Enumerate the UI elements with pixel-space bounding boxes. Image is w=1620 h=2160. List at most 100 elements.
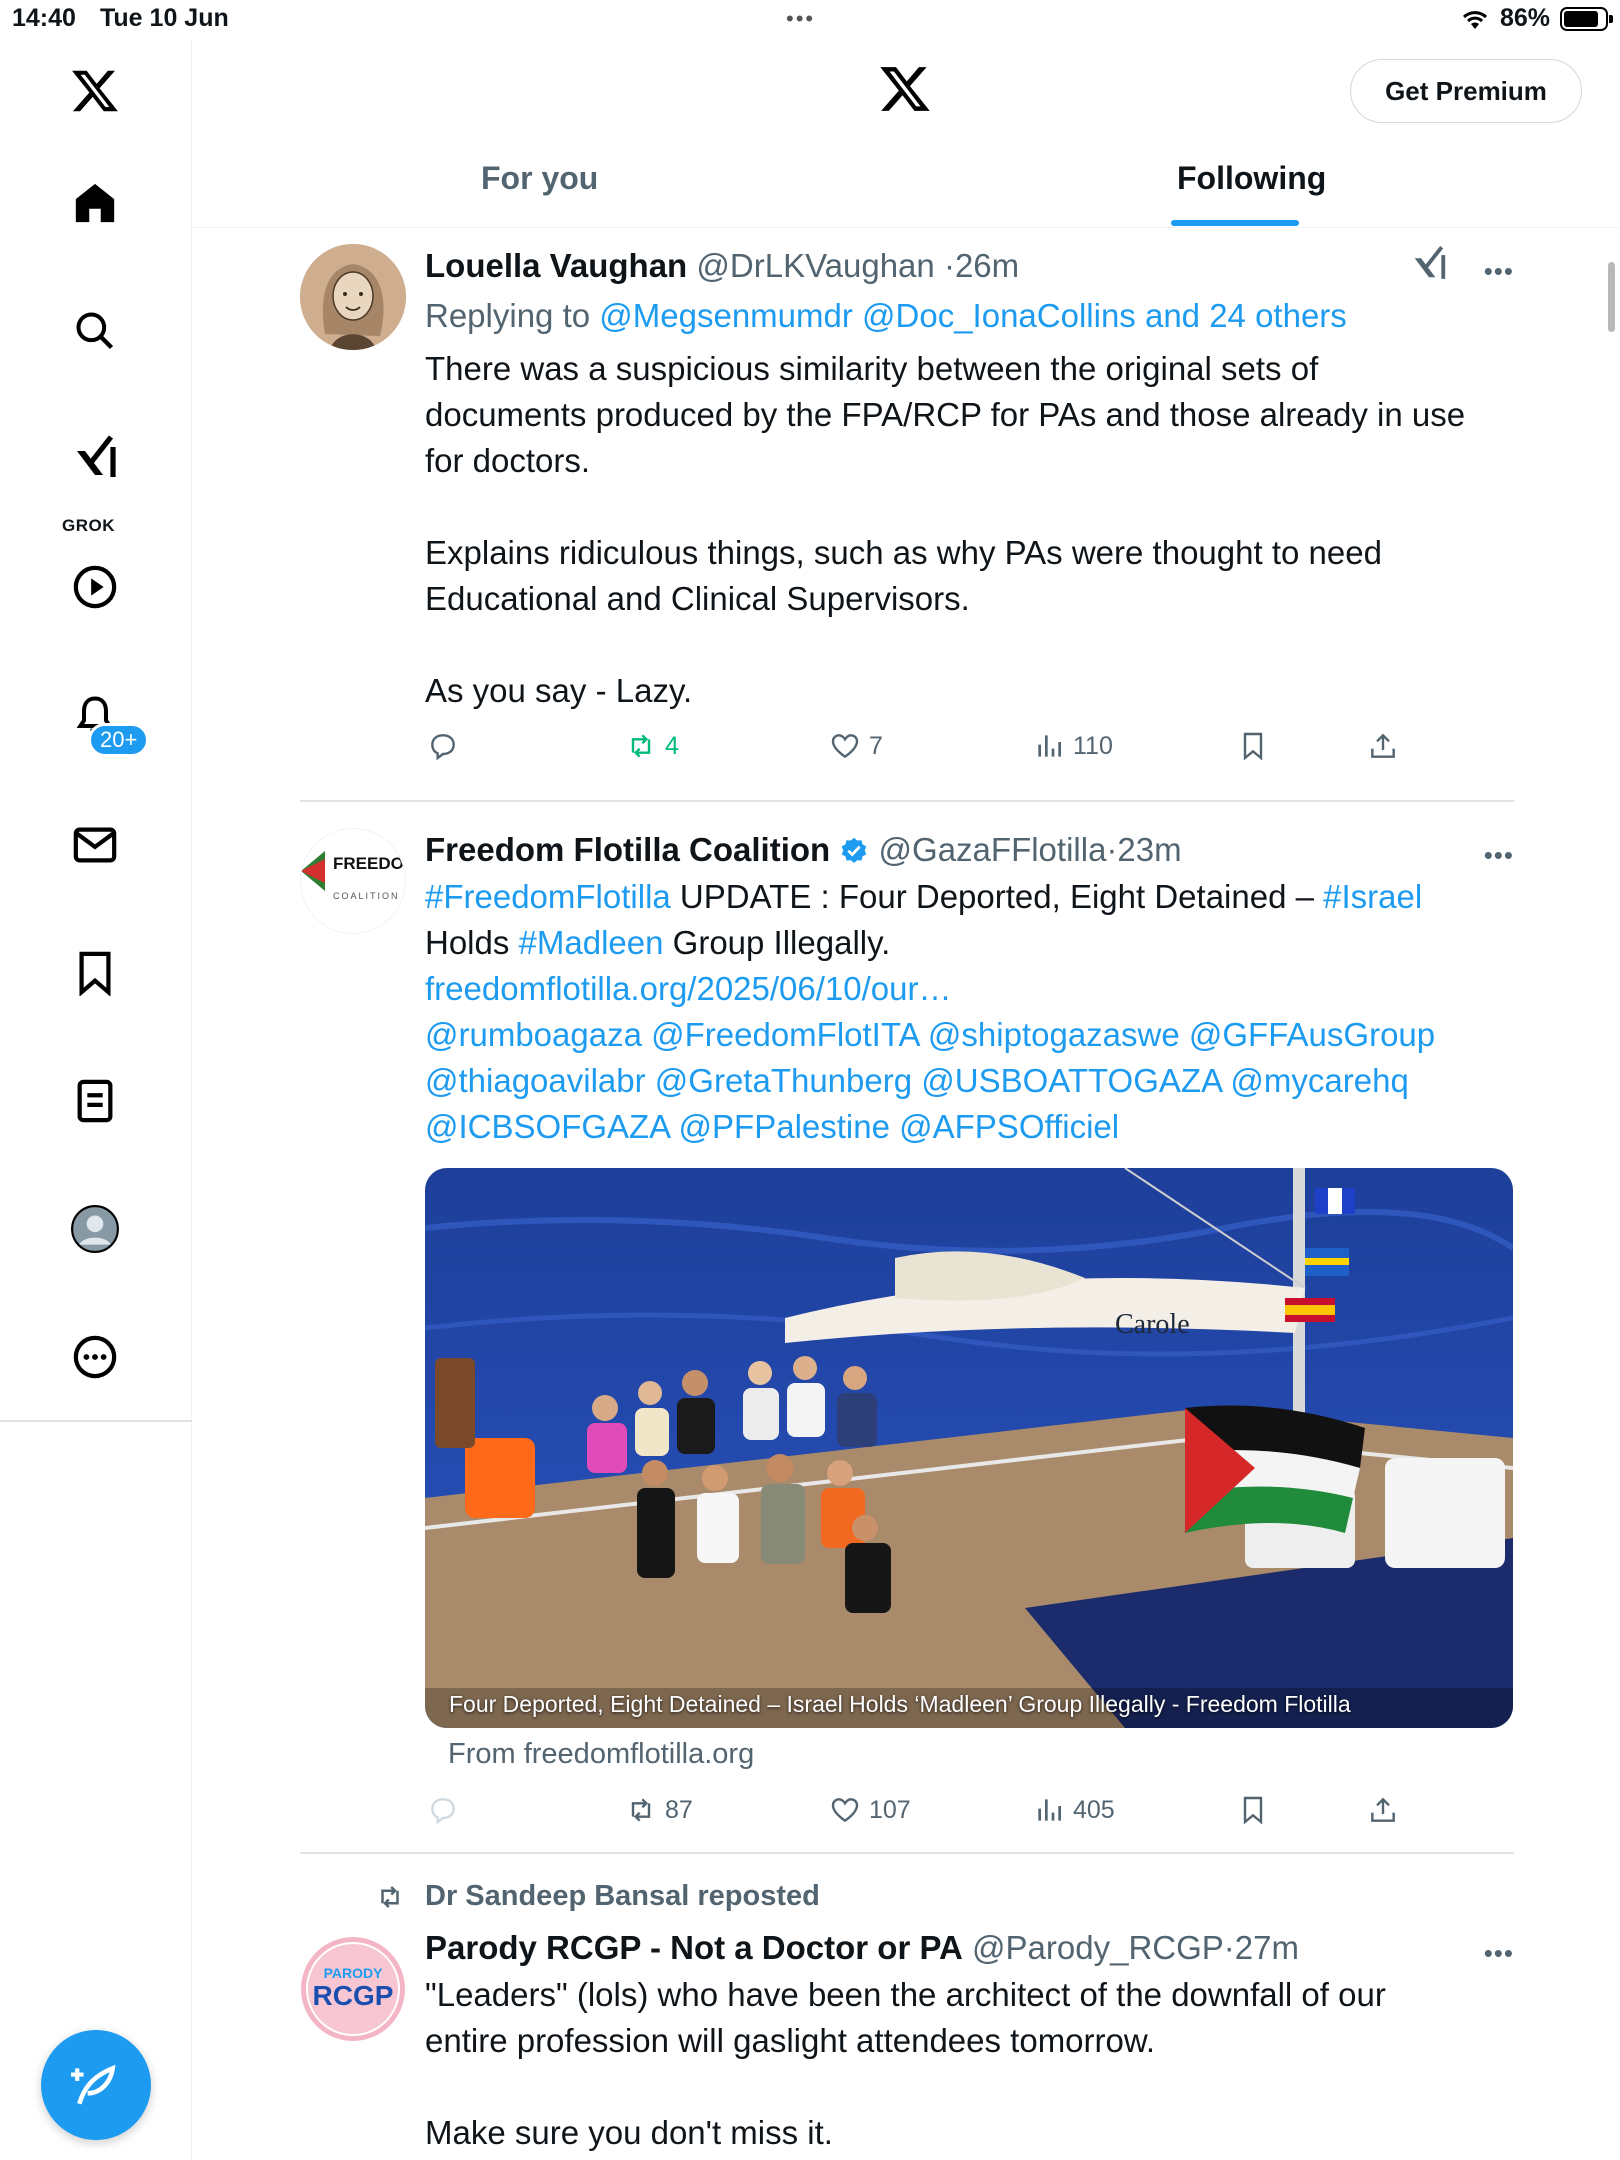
more-options-icon[interactable]: ••• <box>1484 256 1514 287</box>
author-name[interactable]: Parody RCGP - Not a Doctor or PA <box>425 1929 963 1966</box>
views-chart-icon <box>1038 735 1061 757</box>
reply-button[interactable] <box>427 730 467 762</box>
heart-icon <box>831 734 859 759</box>
avatar[interactable]: PARODY RCGP <box>300 1936 406 2042</box>
tweet-content: Parody RCGP - Not a Doctor or PA @Parody… <box>425 1926 1514 2156</box>
post-divider <box>300 1852 1514 1854</box>
avatar-rcgp-text: RCGP <box>313 1980 394 2011</box>
status-time: 14:40 <box>12 4 76 32</box>
heart-icon <box>831 1798 859 1823</box>
body-line: There was a suspicious similarity betwee… <box>425 350 1319 387</box>
repost-button[interactable]: 87 <box>625 1794 693 1826</box>
dot-separator: · <box>1106 831 1118 868</box>
multitasking-dots-icon[interactable]: ••• <box>786 6 815 32</box>
like-button[interactable]: 107 <box>829 1794 911 1826</box>
tweet-actions: 87 107 405 <box>425 1794 1425 1838</box>
avatar[interactable]: FREEDOM FLOTILLA COALITION <box>300 828 406 934</box>
hashtag-freedomflotilla[interactable]: #FreedomFlotilla <box>425 878 671 915</box>
link-card-image[interactable]: Carole Four Deported, Eight Detained – I… <box>425 1168 1513 1728</box>
views-button[interactable]: 110 <box>1033 730 1113 762</box>
tweet-parody-rcgp[interactable]: Dr Sandeep Bansal reposted PARODY RCGP P… <box>300 1880 1514 2160</box>
more-options-icon[interactable]: ••• <box>1484 840 1514 871</box>
tweet-actions: 4 7 110 <box>425 730 1425 774</box>
repost-context-icon <box>381 1886 399 1908</box>
body-line: Make sure you don't miss it. <box>425 2114 833 2151</box>
share-button[interactable] <box>1367 1794 1399 1826</box>
repost-count: 4 <box>665 731 679 760</box>
get-premium-button[interactable]: Get Premium <box>1350 59 1582 123</box>
tweet-freedom-flotilla[interactable]: FREEDOM FLOTILLA COALITION Freedom Floti… <box>300 828 1514 1828</box>
reply-button[interactable] <box>427 1794 467 1826</box>
tweet-content: Louella Vaughan @DrLKVaughan ·26m Replyi… <box>425 244 1514 714</box>
author-handle[interactable]: @GazaFFlotilla <box>879 831 1107 868</box>
active-tab-indicator <box>1171 220 1299 226</box>
bookmarks-icon[interactable] <box>66 944 124 1002</box>
more-options-circle-icon[interactable] <box>66 1328 124 1386</box>
body-line: As you say - Lazy. <box>425 672 693 709</box>
sidebar: GROK 20+ <box>0 40 192 2160</box>
body-line: Holds #Madleen Group Illegally. <box>425 920 1514 966</box>
grok-icon[interactable] <box>66 428 124 486</box>
repost-button[interactable]: 4 <box>625 730 679 762</box>
post-time[interactable]: 23m <box>1117 831 1181 868</box>
hashtag-madleen[interactable]: #Madleen <box>519 924 664 961</box>
status-date: Tue 10 Jun <box>100 4 229 32</box>
share-icon <box>1371 733 1395 758</box>
more-options-icon[interactable]: ••• <box>1484 1938 1514 1969</box>
search-icon[interactable] <box>66 302 124 360</box>
mentions-line[interactable]: @ICBSOFGAZA @PFPalestine @AFPSOfficiel <box>425 1104 1514 1150</box>
tab-for-you[interactable]: For you <box>481 160 598 197</box>
body-text: Holds <box>425 924 519 961</box>
grok-explain-icon[interactable] <box>1410 244 1448 287</box>
article-link[interactable]: freedomflotilla.org/2025/06/10/our… <box>425 966 1514 1012</box>
bookmark-icon <box>1243 732 1263 761</box>
x-logo-icon[interactable] <box>66 62 124 120</box>
tweet-body: There was a suspicious similarity betwee… <box>425 346 1514 714</box>
author-handle[interactable]: @DrLKVaughan <box>696 247 934 284</box>
post-time[interactable]: 26m <box>955 247 1019 284</box>
like-button[interactable]: 7 <box>829 730 883 762</box>
video-play-icon[interactable] <box>66 558 124 616</box>
mentions-line[interactable]: @thiagoavilabr @GretaThunberg @USBOATTOG… <box>425 1058 1514 1104</box>
author-name[interactable]: Freedom Flotilla Coalition <box>425 831 830 868</box>
share-button[interactable] <box>1367 730 1399 762</box>
views-button[interactable]: 405 <box>1033 1794 1115 1826</box>
bookmark-button[interactable] <box>1237 730 1269 762</box>
bookmark-icon <box>1243 1796 1263 1825</box>
x-header-logo-icon[interactable] <box>878 62 932 121</box>
repost-count: 87 <box>665 1795 693 1824</box>
scrollbar[interactable] <box>1608 262 1615 332</box>
sailboat-photo: Carole <box>425 1168 1513 1728</box>
views-chart-icon <box>1038 1799 1061 1821</box>
card-source[interactable]: From freedomflotilla.org <box>448 1738 754 1771</box>
compose-post-button[interactable] <box>41 2030 151 2140</box>
share-icon <box>1371 1797 1395 1822</box>
post-time[interactable]: 27m <box>1235 1929 1299 1966</box>
tweet-louella-vaughan[interactable]: Louella Vaughan @DrLKVaughan ·26m Replyi… <box>300 244 1514 784</box>
avatar[interactable] <box>300 244 406 350</box>
verified-badge-icon <box>842 837 867 863</box>
body-line: Educational and Clinical Supervisors. <box>425 580 970 617</box>
repost-icon <box>631 734 651 758</box>
author-handle[interactable]: @Parody_RCGP <box>972 1929 1224 1966</box>
messages-envelope-icon[interactable] <box>66 816 124 874</box>
profile-avatar-icon[interactable] <box>66 1200 124 1258</box>
tweet-body: "Leaders" (lols) who have been the archi… <box>425 1972 1514 2156</box>
body-text: Group Illegally. <box>663 924 891 961</box>
body-line <box>425 2064 1514 2110</box>
body-text: UPDATE : Four Deported, Eight Detained – <box>670 878 1324 915</box>
body-line <box>425 622 1514 668</box>
tweet-body: #FreedomFlotilla UPDATE : Four Deported,… <box>425 874 1514 1150</box>
mentions-line[interactable]: @rumboagaza @FreedomFlotITA @shiptogazas… <box>425 1012 1514 1058</box>
repost-icon <box>631 1798 651 1822</box>
home-icon[interactable] <box>66 174 124 232</box>
dot-separator: · <box>1223 1929 1235 1966</box>
author-name[interactable]: Louella Vaughan <box>425 247 687 284</box>
tab-following[interactable]: Following <box>1177 160 1326 197</box>
tweet-content: Freedom Flotilla Coalition @GazaFFlotill… <box>425 828 1514 1150</box>
reposted-by[interactable]: Dr Sandeep Bansal reposted <box>425 1880 820 1912</box>
replying-to-links[interactable]: @Megsenmumdr @Doc_IonaCollins and 24 oth… <box>599 297 1347 334</box>
lists-icon[interactable] <box>66 1072 124 1130</box>
hashtag-israel[interactable]: #Israel <box>1323 878 1422 915</box>
bookmark-button[interactable] <box>1237 1794 1269 1826</box>
